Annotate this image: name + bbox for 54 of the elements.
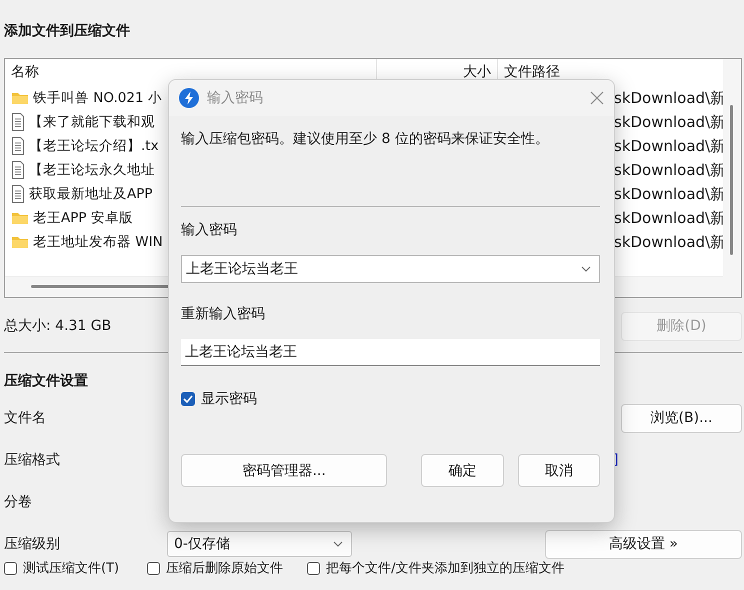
checkbox[interactable] <box>307 562 320 574</box>
file-path: skDownload\新 <box>614 160 726 180</box>
checkbox[interactable] <box>147 562 160 574</box>
folder-icon <box>11 91 29 105</box>
option-label: 测试压缩文件(T) <box>23 560 120 577</box>
section-title: 压缩文件设置 <box>4 372 89 391</box>
checkbox[interactable] <box>181 392 195 406</box>
file-path: skDownload\新 <box>614 208 726 228</box>
checkbox-label[interactable]: 显示密码 <box>201 390 257 408</box>
dialog-button[interactable]: 确定 <box>421 454 504 487</box>
advanced-button[interactable]: 高级设置 » <box>545 530 742 558</box>
field-label: 输入密码 <box>181 221 238 240</box>
file-path: skDownload\新 <box>614 88 726 108</box>
option-label: 压缩后删除原始文件 <box>166 560 284 577</box>
dialog-button[interactable]: 取消 <box>518 454 600 487</box>
browse-button[interactable]: 浏览(B)... <box>621 404 742 432</box>
field-label: 压缩级别 <box>4 535 61 553</box>
dialog-button[interactable]: 密码管理器... <box>181 454 388 487</box>
file-name: 获取最新地址及APP <box>29 185 153 203</box>
file-path: skDownload\新 <box>614 184 726 204</box>
window-title: 输入密码 <box>207 89 264 107</box>
vertical-scrollbar[interactable] <box>723 59 741 297</box>
confirm-password-field[interactable]: 上老王论坛当老王 <box>181 339 600 366</box>
folder-icon <box>11 235 29 249</box>
level-dropdown[interactable]: 0-仅存储 <box>167 531 352 557</box>
document-icon <box>11 185 25 203</box>
field-label: 重新输入密码 <box>181 305 266 324</box>
close-icon[interactable] <box>590 91 604 105</box>
caret-icon <box>333 541 343 547</box>
file-path: skDownload\新 <box>614 232 726 252</box>
password-field[interactable]: 上老王论坛当老王 <box>181 255 600 283</box>
file-name: 【老王论坛永久地址 <box>29 161 155 179</box>
file-path: skDownload\新 <box>614 112 726 132</box>
file-name: 【来了就能下载和观 <box>29 113 155 131</box>
document-icon <box>11 113 25 131</box>
document-icon <box>11 137 25 155</box>
dialog-message: 输入压缩包密码。建议使用至少 8 位的密码来保证安全性。 <box>181 130 550 149</box>
field-label: 压缩格式 <box>4 451 61 469</box>
folder-icon <box>11 211 29 225</box>
app-icon <box>179 88 199 108</box>
link-text[interactable]: ] <box>613 452 618 468</box>
total-size: 总大小: 4.31 GB <box>4 317 112 335</box>
field-label: 分卷 <box>4 493 33 511</box>
checkbox[interactable] <box>4 562 17 574</box>
caret-icon <box>581 266 591 272</box>
file-name: 【老王论坛介绍】.tx <box>29 137 159 155</box>
document-icon <box>11 161 25 179</box>
file-name: 老王地址发布器 WIN <box>33 233 163 251</box>
field-label: 文件名 <box>4 409 47 427</box>
option-label: 把每个文件/文件夹添加到独立的压缩文件 <box>326 560 564 577</box>
file-path: skDownload\新 <box>614 136 726 156</box>
section-title: 添加文件到压缩文件 <box>4 23 130 39</box>
file-name: 老王APP 安卓版 <box>33 209 133 227</box>
file-name: 铁手叫兽 NO.021 小 <box>33 89 162 107</box>
